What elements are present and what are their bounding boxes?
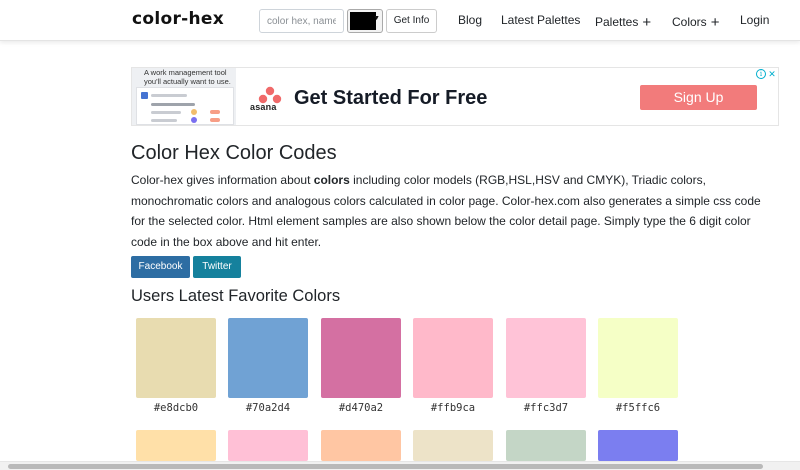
advertisement-banner[interactable]: A work management tool you'll actually w…: [131, 67, 779, 126]
facebook-share-button[interactable]: Facebook: [131, 256, 190, 278]
ad-product-preview: A work management tool you'll actually w…: [132, 68, 236, 125]
ad-main: asana Get Started For Free Sign Up: [246, 72, 776, 123]
nav-palettes[interactable]: Palettes +: [595, 13, 652, 31]
color-swatch[interactable]: [598, 318, 678, 398]
info-icon[interactable]: i: [756, 69, 766, 79]
color-swatch-label[interactable]: #ffb9ca: [413, 402, 493, 414]
top-navbar: color-hex ▼ Get Info Blog Latest Palette…: [0, 0, 800, 41]
ad-headline: Get Started For Free: [294, 87, 488, 109]
color-picker[interactable]: ▼: [347, 9, 383, 33]
plus-icon: +: [642, 14, 652, 31]
nav-login[interactable]: Login: [740, 13, 769, 27]
nav-latest-palettes[interactable]: Latest Palettes: [501, 13, 580, 27]
color-swatch-label[interactable]: #70a2d4: [228, 402, 308, 414]
scrollbar-thumb[interactable]: [8, 464, 763, 469]
color-swatch-label[interactable]: #ffc3d7: [506, 402, 586, 414]
color-swatch[interactable]: [413, 318, 493, 398]
ad-app-mockup: [136, 87, 234, 125]
color-search-input[interactable]: [259, 9, 344, 33]
color-swatch[interactable]: [321, 430, 401, 461]
color-swatch[interactable]: [228, 318, 308, 398]
intro-paragraph: Color-hex gives information about colors…: [131, 170, 771, 253]
nav-latest-palettes-label: Latest Palettes: [501, 13, 581, 27]
nav-login-label: Login: [740, 13, 770, 27]
ad-brand-name: asana: [250, 102, 277, 112]
color-swatch-label[interactable]: #d470a2: [321, 402, 401, 414]
ad-signup-button[interactable]: Sign Up: [640, 85, 757, 110]
color-swatch[interactable]: [321, 318, 401, 398]
brand-logo[interactable]: color-hex: [132, 9, 224, 29]
nav-palettes-label: Palettes: [595, 15, 639, 29]
ad-tagline: A work management tool you'll actually w…: [144, 68, 231, 86]
twitter-share-button[interactable]: Twitter: [193, 256, 241, 278]
color-swatch[interactable]: [136, 318, 216, 398]
plus-icon: +: [710, 14, 720, 31]
color-swatch[interactable]: [136, 430, 216, 461]
color-swatch[interactable]: [506, 318, 586, 398]
color-swatch-label[interactable]: #e8dcb0: [136, 402, 216, 414]
color-swatch-label[interactable]: #f5ffc6: [598, 402, 678, 414]
nav-colors[interactable]: Colors +: [672, 13, 720, 31]
page-title: Color Hex Color Codes: [131, 142, 337, 164]
dropdown-arrow-icon: ▼: [373, 15, 380, 22]
favorite-colors-heading: Users Latest Favorite Colors: [131, 287, 341, 305]
color-swatch[interactable]: [413, 430, 493, 461]
nav-blog[interactable]: Blog: [458, 13, 482, 27]
close-icon[interactable]: ✕: [767, 69, 777, 79]
intro-colors-link: colors: [313, 173, 350, 187]
intro-text-start: Color-hex gives information about: [131, 173, 314, 187]
nav-blog-label: Blog: [458, 13, 483, 27]
get-info-button[interactable]: Get Info: [386, 9, 437, 33]
nav-colors-label: Colors: [672, 15, 707, 29]
horizontal-scrollbar[interactable]: [0, 461, 800, 470]
color-swatch[interactable]: [228, 430, 308, 461]
color-swatch[interactable]: [598, 430, 678, 461]
color-swatch[interactable]: [506, 430, 586, 461]
